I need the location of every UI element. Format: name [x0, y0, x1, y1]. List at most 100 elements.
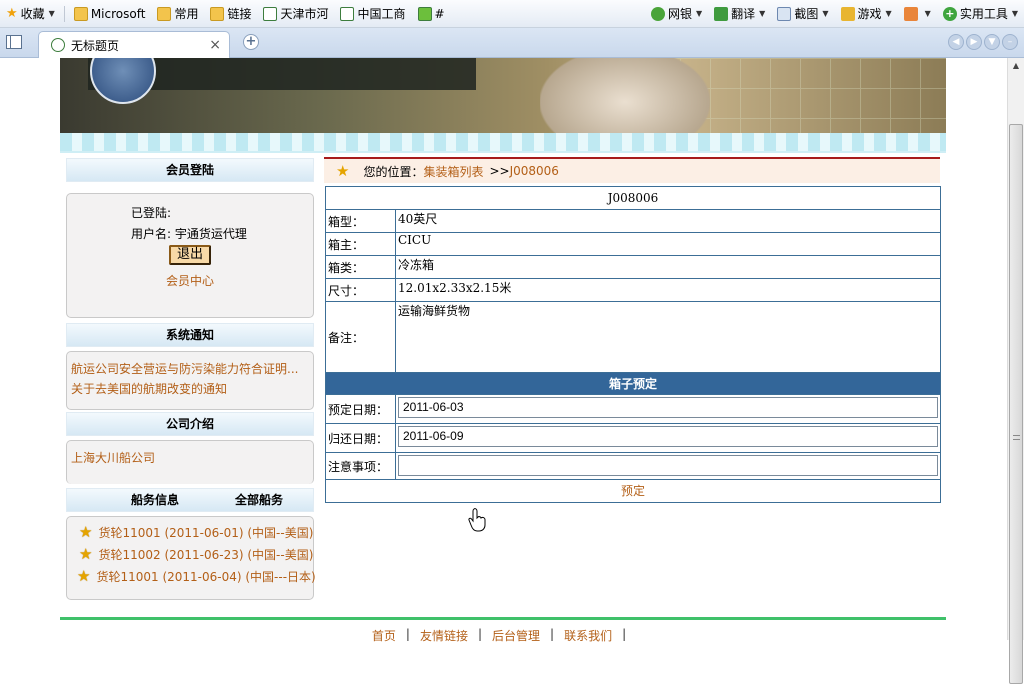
row-label: 箱主： — [326, 233, 396, 255]
fav-link-tianjin[interactable]: 天津市河 — [257, 3, 334, 25]
all-shipping-link[interactable]: 全部船务 — [235, 489, 283, 511]
star-icon: ★ — [79, 523, 93, 541]
hand-cursor-icon — [468, 508, 486, 532]
notes-input[interactable] — [398, 455, 938, 476]
footer-contact-link[interactable]: 联系我们 — [564, 627, 612, 644]
notice-item[interactable]: 关于去美国的航期改变的通知 — [71, 380, 227, 397]
table-row: 备注： 运输海鲜货物 — [326, 301, 940, 372]
vertical-scrollbar[interactable]: ▲ — [1007, 58, 1024, 684]
footer-separator: | — [477, 627, 482, 641]
footer-admin-link[interactable]: 后台管理 — [492, 627, 540, 644]
favorites-label: 收藏 — [20, 7, 45, 21]
sidebar-toggle-icon[interactable] — [6, 35, 22, 49]
footer-home-link[interactable]: 首页 — [372, 627, 396, 644]
tab-active[interactable]: 无标题页 × — [38, 31, 230, 58]
forward-icon[interactable]: ▶ — [966, 34, 982, 50]
new-tab-icon[interactable]: + — [243, 34, 259, 50]
footer-separator: | — [550, 627, 555, 641]
shipping-header: 船务信息 全部船务 — [66, 488, 314, 512]
banner-photo — [540, 58, 710, 135]
table-row: 预定 — [326, 479, 940, 502]
table-row: 归还日期： 2011-06-09 — [326, 423, 940, 452]
app-icon — [903, 6, 918, 21]
site-banner — [60, 58, 946, 135]
shipping-item[interactable]: ★ 货轮11001 (2011-06-01) (中国--美国) — [79, 523, 313, 541]
login-username: 用户名: 宇通货运代理 — [131, 227, 247, 241]
notices-header: 系统通知 — [66, 323, 314, 347]
tab-list-icon[interactable]: ▼ — [984, 34, 1000, 50]
booking-date-input[interactable]: 2011-06-03 — [398, 397, 938, 418]
row-value: 12.01x2.33x2.15米 — [398, 281, 512, 295]
plus-icon: + — [942, 6, 957, 21]
tool-netbank[interactable]: 网银 ▼ — [645, 3, 708, 25]
fav-folder-microsoft[interactable]: Microsoft — [68, 3, 152, 25]
shipping-item[interactable]: ★ 货轮11001 (2011-06-04) (中国---日本) — [77, 567, 316, 585]
company-header: 公司介绍 — [66, 412, 314, 436]
company-box: 上海大川船公司 — [66, 440, 314, 484]
fav-folder-common[interactable]: 常用 — [151, 3, 204, 25]
breadcrumb: ★ 您的位置： 集装箱列表 >> J008006 — [324, 157, 940, 183]
tool-label: 网银 — [667, 7, 692, 21]
login-status: 已登陆: — [131, 206, 172, 220]
breadcrumb-container-list[interactable]: 集装箱列表 — [423, 163, 483, 180]
folder-icon — [210, 6, 225, 21]
scroll-up-icon[interactable]: ▲ — [1008, 58, 1024, 74]
booking-section-header: 箱子预定 — [326, 372, 940, 394]
chevron-down-icon: ▼ — [759, 9, 766, 18]
footer-friend-links[interactable]: 友情链接 — [420, 627, 468, 644]
shipping-title: 船务信息 — [131, 493, 180, 507]
folder-icon — [73, 6, 88, 21]
shipping-item-label: 货轮11001 (2011-06-04) (中国---日本) — [96, 569, 316, 584]
member-center-link[interactable]: 会员中心 — [67, 272, 313, 289]
table-row: 注意事项： — [326, 452, 940, 479]
table-row: 箱主： CICU — [326, 232, 940, 255]
favorites-menu[interactable]: ★ 收藏 ▼ — [0, 3, 61, 25]
row-label: 备注： — [326, 302, 396, 372]
scroll-thumb[interactable] — [1009, 124, 1023, 684]
book-button[interactable]: 预定 — [621, 484, 645, 498]
tool-label: 截图 — [794, 7, 819, 21]
shipping-item[interactable]: ★ 货轮11002 (2011-06-23) (中国--美国) — [79, 545, 313, 563]
banner-wave-border — [60, 133, 946, 153]
row-value: 40英尺 — [398, 212, 438, 226]
notice-item[interactable]: 航运公司安全营运与防污染能力符合证明... — [71, 360, 298, 377]
tool-utilities[interactable]: + 实用工具 ▼ — [937, 3, 1024, 25]
fav-label: 天津市河 — [280, 7, 329, 21]
minimize-icon[interactable]: – — [1002, 34, 1018, 50]
footer-separator: | — [622, 627, 627, 641]
chevron-down-icon: ▼ — [822, 9, 829, 18]
fav-link-hash[interactable]: # — [412, 3, 451, 25]
close-icon[interactable]: × — [209, 37, 221, 53]
shipping-box: ★ 货轮11001 (2011-06-01) (中国--美国) ★ 货轮1100… — [66, 516, 316, 600]
university-logo — [90, 58, 156, 104]
row-label: 尺寸： — [326, 279, 396, 301]
back-icon[interactable]: ◀ — [948, 34, 964, 50]
folder-icon — [157, 6, 172, 21]
footer-separator: | — [405, 627, 410, 641]
breadcrumb-current: J008006 — [509, 164, 559, 178]
row-label: 箱型： — [326, 210, 396, 232]
tab-title: 无标题页 — [71, 38, 120, 53]
return-date-input[interactable]: 2011-06-09 — [398, 426, 938, 447]
tool-translate[interactable]: 翻译 ▼ — [708, 3, 771, 25]
row-label: 归还日期： — [326, 424, 396, 452]
page-icon — [340, 6, 355, 21]
logout-button[interactable]: 退出 — [169, 245, 211, 265]
scissors-icon — [777, 6, 792, 21]
table-row: 尺寸： 12.01x2.33x2.15米 — [326, 278, 940, 301]
breadcrumb-separator: >> — [489, 164, 510, 178]
fav-link-icbc[interactable]: 中国工商 — [334, 3, 411, 25]
star-icon: ★ — [336, 162, 350, 180]
fav-folder-links[interactable]: 链接 — [204, 3, 257, 25]
translate-icon — [714, 6, 729, 21]
row-value: 运输海鲜货物 — [398, 304, 471, 318]
star-icon: ★ — [79, 545, 93, 563]
row-label: 预定日期： — [326, 395, 396, 423]
tool-screenshot[interactable]: 截图 ▼ — [771, 3, 834, 25]
divider — [63, 5, 65, 22]
tool-app[interactable]: ▼ — [898, 3, 937, 25]
breadcrumb-label: 您的位置： — [363, 164, 424, 179]
tool-games[interactable]: 游戏 ▼ — [835, 3, 898, 25]
shipping-item-label: 货轮11001 (2011-06-01) (中国--美国) — [98, 525, 314, 540]
company-item[interactable]: 上海大川船公司 — [71, 449, 155, 466]
